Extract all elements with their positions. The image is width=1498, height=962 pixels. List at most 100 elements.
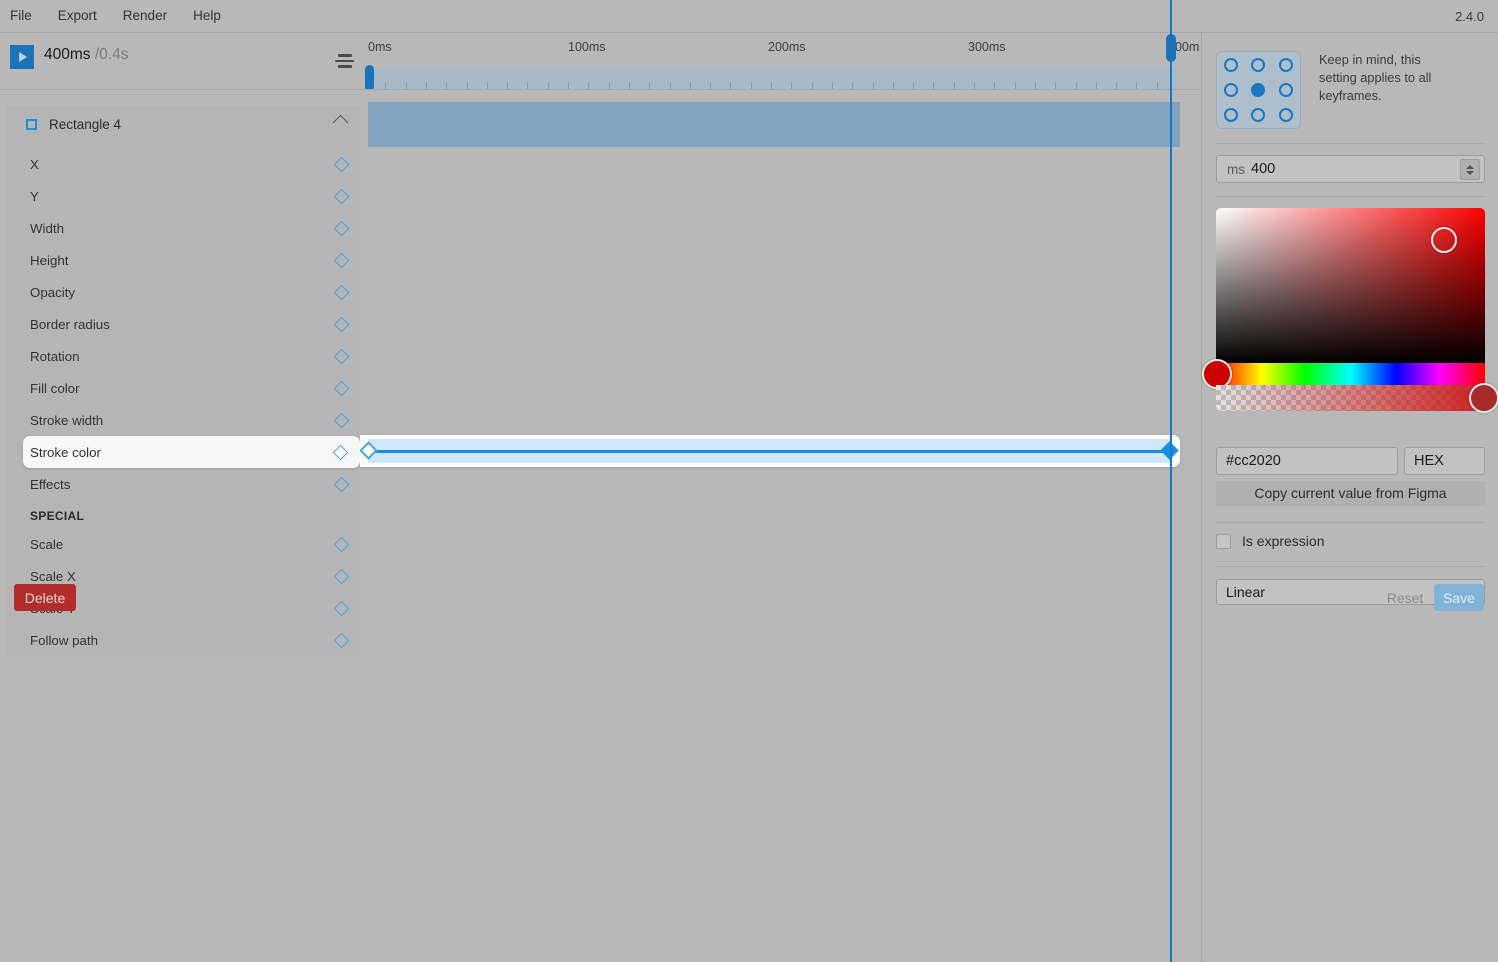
chevron-up-icon[interactable]	[332, 114, 349, 131]
is-expression-label: Is expression	[1242, 533, 1325, 549]
reset-button[interactable]: Reset	[1378, 584, 1432, 611]
duration-value[interactable]: 400	[1251, 161, 1275, 177]
menu-item-file[interactable]: File	[0, 0, 45, 32]
add-keyframe-diamond-icon[interactable]	[333, 380, 350, 396]
add-keyframe-diamond-icon[interactable]	[333, 220, 350, 236]
anchor-dot-8[interactable]	[1279, 108, 1294, 123]
version-label: 2.4.0	[1455, 9, 1484, 24]
play-icon	[19, 52, 27, 62]
scrub-tick	[831, 82, 833, 89]
property-row-stroke-width[interactable]: Stroke width	[6, 404, 360, 436]
add-keyframe-diamond-icon[interactable]	[332, 444, 349, 460]
playhead-knob[interactable]	[1166, 34, 1176, 62]
keyframe-track-stroke-color[interactable]	[360, 435, 1180, 467]
saturation-value-area[interactable]	[1216, 208, 1485, 363]
scrub-tick	[405, 82, 407, 89]
stepper-down-icon[interactable]	[1466, 170, 1474, 175]
playhead[interactable]	[1166, 0, 1176, 962]
anchor-dot-0[interactable]	[1223, 57, 1238, 72]
property-row-follow-path[interactable]: Follow path	[6, 624, 360, 656]
anchor-dot-6[interactable]	[1223, 108, 1238, 123]
list-icon-line-2	[335, 59, 354, 63]
scrub-tick	[1075, 82, 1077, 89]
property-row-effects[interactable]: Effects	[6, 468, 360, 500]
copy-from-figma-button[interactable]: Copy current value from Figma	[1216, 481, 1485, 506]
color-format-select[interactable]: HEXRGBHSL	[1404, 447, 1485, 475]
scrub-tick	[425, 82, 427, 89]
timeline-range-track[interactable]	[365, 67, 1177, 89]
add-keyframe-diamond-icon[interactable]	[333, 156, 350, 172]
scrub-tick	[892, 82, 894, 89]
property-label: X	[30, 156, 39, 172]
is-expression-checkbox[interactable]	[1216, 533, 1231, 549]
scrub-tick	[649, 82, 651, 89]
list-icon-line-1	[338, 54, 352, 57]
menu-item-render[interactable]: Render	[110, 0, 180, 32]
is-expression-row[interactable]: Is expression	[1216, 533, 1324, 549]
ruler-tick-3: 300ms	[968, 40, 1006, 54]
scrub-tick	[385, 82, 387, 89]
property-label: SPECIAL	[30, 509, 85, 523]
add-keyframe-diamond-icon[interactable]	[333, 536, 350, 552]
add-keyframe-diamond-icon[interactable]	[333, 348, 350, 364]
duration-field[interactable]: ms 400	[1216, 155, 1485, 183]
scrub-tick	[608, 82, 610, 89]
inspector-panel: Keep in mind, this setting applies to al…	[1201, 33, 1498, 962]
property-row-border-radius[interactable]: Border radius	[6, 308, 360, 340]
add-keyframe-diamond-icon[interactable]	[333, 476, 350, 492]
timeline-body	[360, 90, 1200, 962]
scrub-tick	[527, 82, 529, 89]
property-row-stroke-color[interactable]: Stroke color	[23, 436, 360, 468]
property-label: Rotation	[30, 348, 80, 364]
add-keyframe-diamond-icon[interactable]	[333, 632, 350, 648]
delete-button[interactable]: Delete	[14, 584, 76, 611]
alpha-knob[interactable]	[1469, 383, 1498, 413]
current-time: 400ms	[44, 46, 91, 63]
layer-header[interactable]: Rectangle 4	[6, 106, 360, 142]
anchor-grid[interactable]	[1216, 51, 1301, 129]
scrub-tick	[689, 82, 691, 89]
anchor-dot-7[interactable]	[1251, 108, 1266, 123]
property-row-rotation[interactable]: Rotation	[6, 340, 360, 372]
anchor-dot-1[interactable]	[1251, 57, 1266, 72]
property-row-x[interactable]: X	[6, 148, 360, 180]
add-keyframe-diamond-icon[interactable]	[333, 412, 350, 428]
menu-item-help[interactable]: Help	[180, 0, 234, 32]
property-row-width[interactable]: Width	[6, 212, 360, 244]
duration-stepper[interactable]	[1460, 159, 1480, 180]
anchor-dot-2[interactable]	[1279, 57, 1294, 72]
property-label: Stroke width	[30, 412, 104, 428]
add-keyframe-diamond-icon[interactable]	[333, 188, 350, 204]
preview-bar	[368, 102, 1180, 147]
layer-name: Rectangle 4	[49, 116, 122, 132]
divider-2	[1216, 196, 1485, 197]
anchor-dot-5[interactable]	[1279, 82, 1294, 97]
add-keyframe-diamond-icon[interactable]	[333, 568, 350, 584]
hex-input[interactable]: #cc2020	[1216, 447, 1398, 475]
range-start-handle[interactable]	[365, 65, 374, 89]
add-keyframe-diamond-icon[interactable]	[333, 252, 350, 268]
timeline-ruler[interactable]: 0ms100ms200ms300ms400ms	[360, 33, 1200, 90]
add-keyframe-diamond-icon[interactable]	[333, 316, 350, 332]
property-row-y[interactable]: Y	[6, 180, 360, 212]
scrub-tick	[628, 82, 630, 89]
menu-item-export[interactable]: Export	[45, 0, 110, 32]
save-button[interactable]: Save	[1434, 584, 1484, 611]
property-row-scale[interactable]: Scale	[6, 528, 360, 560]
add-keyframe-diamond-icon[interactable]	[333, 284, 350, 300]
play-button[interactable]	[10, 45, 34, 69]
add-keyframe-diamond-icon[interactable]	[333, 600, 350, 616]
hue-slider[interactable]	[1202, 359, 1485, 389]
anchor-dot-4[interactable]	[1251, 82, 1266, 97]
alpha-slider[interactable]	[1216, 383, 1498, 413]
list-icon[interactable]	[335, 54, 354, 69]
anchor-dot-3[interactable]	[1223, 82, 1238, 97]
property-label: Fill color	[30, 380, 80, 396]
property-row-height[interactable]: Height	[6, 244, 360, 276]
property-row-opacity[interactable]: Opacity	[6, 276, 360, 308]
sv-cursor[interactable]	[1431, 227, 1457, 253]
property-row-fill-color[interactable]: Fill color	[6, 372, 360, 404]
stepper-up-icon[interactable]	[1466, 164, 1474, 169]
scrub-tick	[1055, 82, 1057, 89]
total-time: /0.4s	[94, 46, 129, 63]
